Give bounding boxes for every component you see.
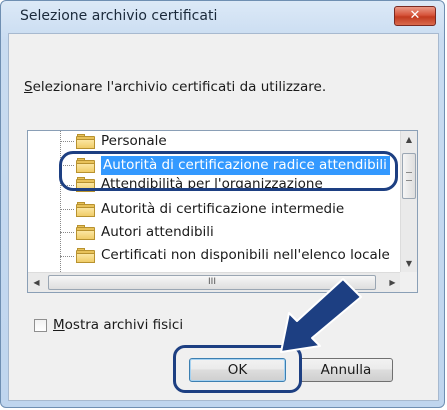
- tree-item-label: Certificati non disponibili nell'elenco …: [101, 247, 390, 263]
- folder-icon: [76, 157, 95, 173]
- scroll-left-icon[interactable]: ◀: [28, 273, 45, 292]
- checkbox-text: ostra archivi fisici: [64, 317, 184, 333]
- tree-connector: [60, 185, 74, 186]
- cancel-button[interactable]: Annulla: [299, 358, 393, 382]
- scroll-grip: III: [208, 277, 216, 287]
- ok-button[interactable]: OK: [189, 358, 286, 382]
- show-physical-stores-checkbox[interactable]: [34, 318, 47, 332]
- tree-connector-vertical: [60, 131, 61, 272]
- tree-connector: [60, 209, 74, 210]
- tree-item-intermediate[interactable]: Autorità di certificazione intermedie: [76, 198, 344, 220]
- tree-item-label: Autorità di certificazione intermedie: [101, 201, 345, 217]
- tree-item-label: Autorità di certificazione radice attend…: [101, 155, 390, 175]
- tree-item-untrusted[interactable]: Certificati non disponibili nell'elenco …: [76, 244, 390, 266]
- tree-item-enterprise-trust[interactable]: Attendibilità per l'organizzazione: [76, 173, 323, 195]
- tree-item-personale[interactable]: Personale: [76, 131, 167, 152]
- tree-item-trusted-publishers[interactable]: Autori attendibili: [76, 221, 214, 243]
- folder-icon: [76, 247, 95, 263]
- show-physical-stores-option[interactable]: Mostra archivi fisici: [34, 317, 183, 333]
- folder-icon: [76, 176, 95, 192]
- show-physical-stores-label: Mostra archivi fisici: [53, 317, 183, 333]
- horizontal-scrollbar[interactable]: ◀ III ▶: [28, 272, 401, 292]
- folder-icon: [76, 133, 95, 149]
- folder-icon: [76, 224, 95, 240]
- title-bar: Selezione archivio certificati ✕: [1, 1, 444, 33]
- tree-item-label: Autori attendibili: [101, 224, 214, 240]
- vertical-scroll-thumb[interactable]: [402, 153, 416, 199]
- checkbox-accesskey: M: [53, 317, 65, 333]
- instruction-text: elezionare l'archivio certificati da uti…: [32, 79, 327, 95]
- folder-icon: [76, 201, 95, 217]
- close-button[interactable]: ✕: [394, 6, 436, 26]
- tree-item-label: Attendibilità per l'organizzazione: [101, 176, 323, 192]
- dialog-title: Selezione archivio certificati: [20, 8, 218, 24]
- tree-item-label: Personale: [101, 133, 167, 149]
- horizontal-scroll-thumb[interactable]: III: [48, 275, 376, 290]
- tree-viewport: Personale Autorità di certificazione rad…: [28, 131, 401, 272]
- tree-connector: [60, 256, 74, 257]
- scroll-down-icon[interactable]: ▼: [401, 255, 417, 272]
- instruction-label: Selezionare l'archivio certificati da ut…: [24, 79, 326, 95]
- tree-connector: [60, 165, 74, 166]
- instruction-accesskey: S: [24, 79, 33, 95]
- tree-connector: [60, 232, 74, 233]
- vertical-scrollbar[interactable]: ▲ ▼: [400, 131, 417, 272]
- scrollbar-corner: [400, 272, 417, 292]
- tree-connector: [60, 141, 74, 142]
- certificate-store-tree[interactable]: Personale Autorità di certificazione rad…: [27, 130, 418, 293]
- scroll-up-icon[interactable]: ▲: [401, 131, 417, 148]
- close-icon: ✕: [409, 8, 421, 23]
- scroll-right-icon[interactable]: ▶: [384, 273, 401, 292]
